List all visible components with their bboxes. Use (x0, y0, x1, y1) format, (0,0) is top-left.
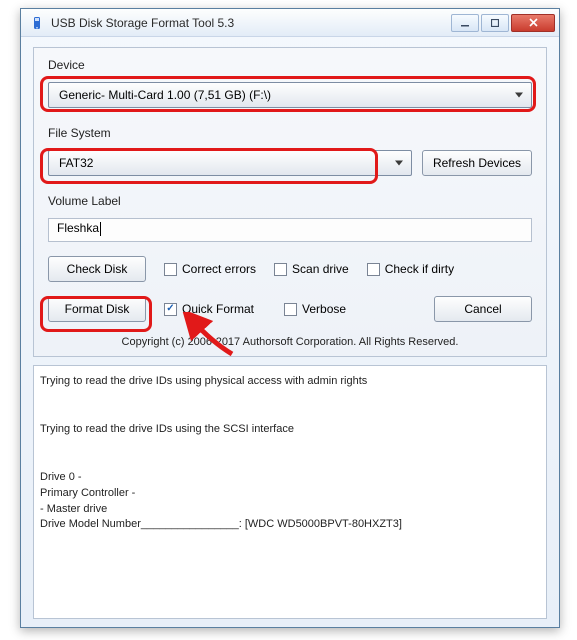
titlebar: USB Disk Storage Format Tool 5.3 (21, 9, 559, 37)
client-area: Device Generic- Multi-Card 1.00 (7,51 GB… (21, 37, 559, 627)
checkbox-box (367, 263, 380, 276)
window-title: USB Disk Storage Format Tool 5.3 (51, 16, 451, 30)
correct-errors-checkbox[interactable]: Correct errors (164, 262, 256, 276)
checkbox-label: Scan drive (292, 262, 349, 276)
scan-drive-checkbox[interactable]: Scan drive (274, 262, 349, 276)
filesystem-dropdown[interactable]: FAT32 (48, 150, 412, 176)
volume-label-value: Fleshka (57, 221, 99, 235)
check-disk-row: Check Disk Correct errors Scan drive Che… (48, 256, 532, 282)
device-value: Generic- Multi-Card 1.00 (7,51 GB) (F:\) (59, 88, 271, 102)
app-icon (29, 15, 45, 31)
app-window: USB Disk Storage Format Tool 5.3 Device … (20, 8, 560, 628)
text-cursor (100, 222, 101, 236)
quick-format-checkbox[interactable]: ✓ Quick Format (164, 302, 254, 316)
device-dropdown[interactable]: Generic- Multi-Card 1.00 (7,51 GB) (F:\) (48, 82, 532, 108)
checkbox-label: Quick Format (182, 302, 254, 316)
close-button[interactable] (511, 14, 555, 32)
checkbox-label: Check if dirty (385, 262, 454, 276)
check-if-dirty-checkbox[interactable]: Check if dirty (367, 262, 454, 276)
filesystem-label: File System (48, 126, 412, 140)
filesystem-value: FAT32 (59, 156, 93, 170)
minimize-button[interactable] (451, 14, 479, 32)
copyright-text: Copyright (c) 2006-2017 Authorsoft Corpo… (48, 336, 532, 348)
main-panel: Device Generic- Multi-Card 1.00 (7,51 GB… (33, 47, 547, 357)
checkbox-box (164, 263, 177, 276)
log-output[interactable]: Trying to read the drive IDs using physi… (33, 365, 547, 619)
checkbox-box: ✓ (164, 303, 177, 316)
chevron-down-icon (395, 161, 403, 166)
maximize-button[interactable] (481, 14, 509, 32)
format-row: Format Disk ✓ Quick Format Verbose Cance… (48, 296, 532, 322)
refresh-devices-button[interactable]: Refresh Devices (422, 150, 532, 176)
checkbox-box (274, 263, 287, 276)
window-controls (451, 14, 555, 32)
checkbox-label: Verbose (302, 302, 346, 316)
check-disk-button[interactable]: Check Disk (48, 256, 146, 282)
verbose-checkbox[interactable]: Verbose (284, 302, 346, 316)
volume-label-label: Volume Label (48, 194, 532, 208)
volume-label-input[interactable]: Fleshka (48, 218, 532, 242)
cancel-button[interactable]: Cancel (434, 296, 532, 322)
checkbox-label: Correct errors (182, 262, 256, 276)
format-disk-button[interactable]: Format Disk (48, 296, 146, 322)
device-label: Device (48, 58, 532, 72)
chevron-down-icon (515, 93, 523, 98)
checkbox-box (284, 303, 297, 316)
